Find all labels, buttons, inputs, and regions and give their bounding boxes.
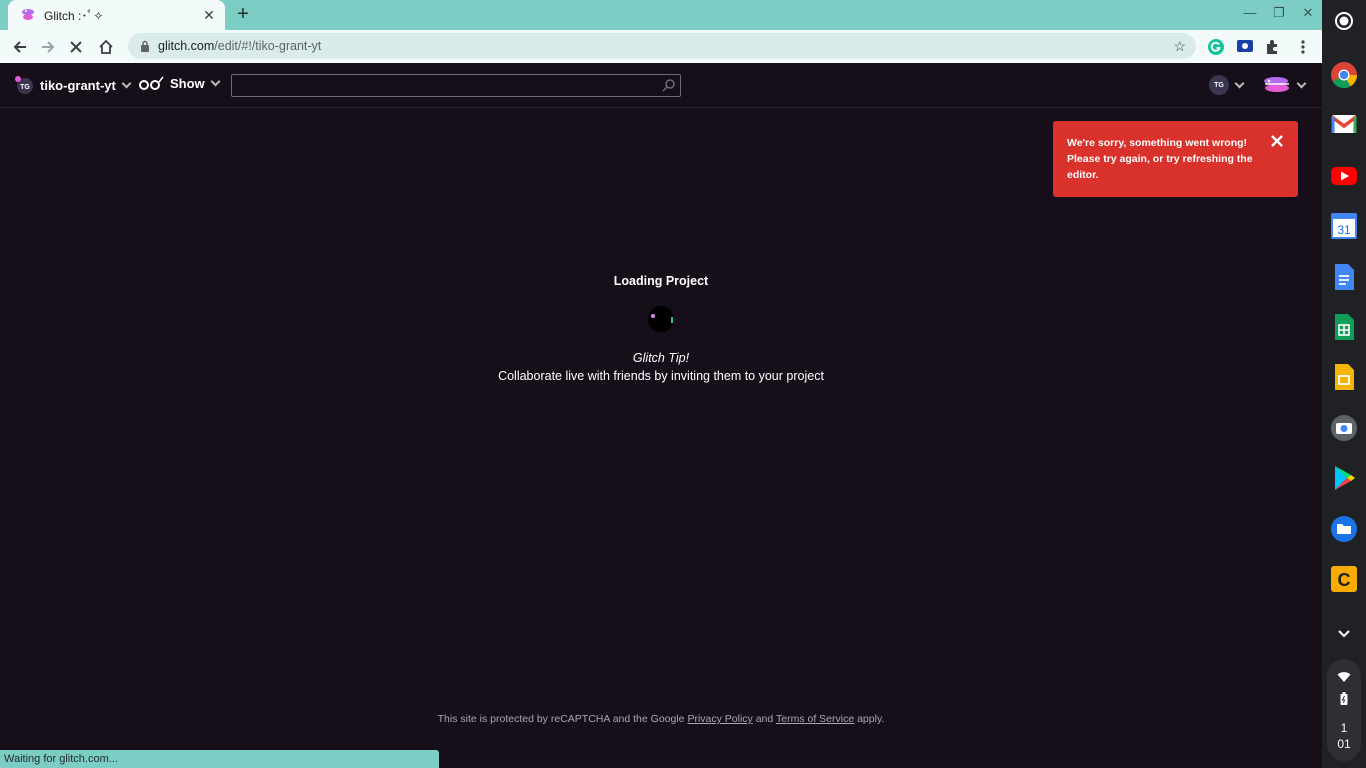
error-toast: We're sorry, something went wrong! Pleas… [1053,121,1298,197]
url-path: /edit/#!/tiko-grant-yt [214,39,322,53]
window-close-icon[interactable]: ✕ [1298,5,1318,21]
privacy-policy-link[interactable]: Privacy Policy [687,713,752,725]
user-menu-button[interactable]: TG [1209,75,1245,95]
status-tray[interactable]: 1 01 [1327,659,1361,761]
lock-icon [141,40,149,52]
loading-spinner-icon [648,306,674,332]
stop-loading-button[interactable] [64,35,88,59]
launcher-icon[interactable] [1330,7,1358,35]
footer-prefix: This site is protected by reCAPTCHA and … [437,713,685,725]
tab-close-icon[interactable]: ✕ [201,7,217,23]
minimize-icon[interactable]: — [1240,5,1260,20]
show-label: Show [170,75,205,91]
kebab-menu-icon [1301,40,1305,54]
svg-text:C: C [1338,570,1351,590]
svg-text:TG: TG [20,84,30,91]
glitch-favicon-icon [22,9,34,20]
chevron-down-icon [1234,78,1245,88]
wifi-icon [1337,672,1351,682]
sunglasses-icon [139,76,164,90]
play-store-app-icon[interactable] [1330,464,1358,492]
home-button[interactable] [94,35,118,59]
grammarly-extension-icon[interactable] [1207,38,1225,56]
sheets-app-icon[interactable] [1330,313,1358,341]
c-app-icon[interactable]: C [1330,565,1358,593]
url-text: glitch.com/edit/#!/tiko-grant-yt [158,39,321,53]
browser-tab[interactable]: Glitch :･ﾟ✧ ✕ [8,0,225,30]
loading-title: Loading Project [613,274,709,288]
address-bar[interactable]: glitch.com/edit/#!/tiko-grant-yt ☆ [128,33,1196,59]
extensions-puzzle-icon[interactable] [1264,38,1282,56]
clock-minute: 01 [1337,737,1351,751]
glitch-fish-logo-icon [1264,77,1289,92]
tab-strip: Glitch :･ﾟ✧ ✕ + — ❐ ✕ [0,0,1322,30]
chromeos-shelf: 31 C 1 01 [1322,0,1366,768]
status-bar: Waiting for glitch.com... [0,750,439,768]
back-button[interactable] [8,35,32,59]
gmail-app-icon[interactable] [1330,110,1358,138]
chevron-down-icon[interactable] [1330,620,1358,648]
chevron-down-icon [1296,78,1307,88]
forward-arrow-icon [42,41,55,53]
files-app-icon[interactable] [1330,515,1358,543]
footer-and: and [755,713,774,725]
user-avatar: TG [1209,75,1229,95]
youtube-app-icon[interactable] [1330,162,1358,190]
chrome-app-icon[interactable] [1330,61,1358,89]
tab-title: Glitch :･ﾟ✧ [44,8,104,23]
project-avatar-icon: TG [15,76,33,94]
browser-toolbar: glitch.com/edit/#!/tiko-grant-yt ☆ [0,30,1322,63]
clock-hour: 1 [1340,721,1348,735]
glitch-logo-menu-button[interactable] [1263,75,1307,95]
show-button[interactable]: Show [138,75,221,91]
tip-body: Collaborate live with friends by invitin… [498,369,824,383]
url-host: glitch.com [158,39,215,53]
terms-of-service-link[interactable]: Terms of Service [776,713,854,725]
browser-window: Glitch :･ﾟ✧ ✕ + — ❐ ✕ glitch.com/edit/#!… [0,0,1322,768]
tip-title: Glitch Tip! [632,351,690,365]
back-arrow-icon [13,41,26,53]
screen-extension-icon[interactable] [1236,38,1254,56]
calendar-app-icon[interactable]: 31 [1330,212,1358,240]
error-message: We're sorry, something went wrong! Pleas… [1067,137,1253,181]
stop-icon [70,41,82,53]
glitch-header: TG tiko-grant-yt Show TG [0,63,1322,108]
docs-app-icon[interactable] [1330,263,1358,291]
chevron-down-icon [121,78,132,88]
footer-suffix: apply. [857,713,885,725]
battery-icon [1340,692,1348,705]
new-tab-button[interactable]: + [232,4,254,26]
camera-app-icon[interactable] [1330,414,1358,442]
project-name: tiko-grant-yt [40,77,116,93]
search-icon[interactable] [662,78,676,92]
bookmark-star-icon[interactable]: ☆ [1173,38,1186,55]
chrome-menu-button[interactable] [1291,35,1315,59]
calendar-day: 31 [1337,223,1351,237]
search-input[interactable] [231,74,681,97]
close-icon[interactable] [1270,134,1284,148]
restore-icon[interactable]: ❐ [1269,5,1289,21]
project-menu-button[interactable]: TG tiko-grant-yt [14,75,132,95]
chevron-down-icon [210,76,221,86]
slides-app-icon[interactable] [1330,363,1358,391]
home-icon [99,39,113,54]
recaptcha-footer: This site is protected by reCAPTCHA and … [0,713,1322,725]
forward-button[interactable] [36,35,60,59]
